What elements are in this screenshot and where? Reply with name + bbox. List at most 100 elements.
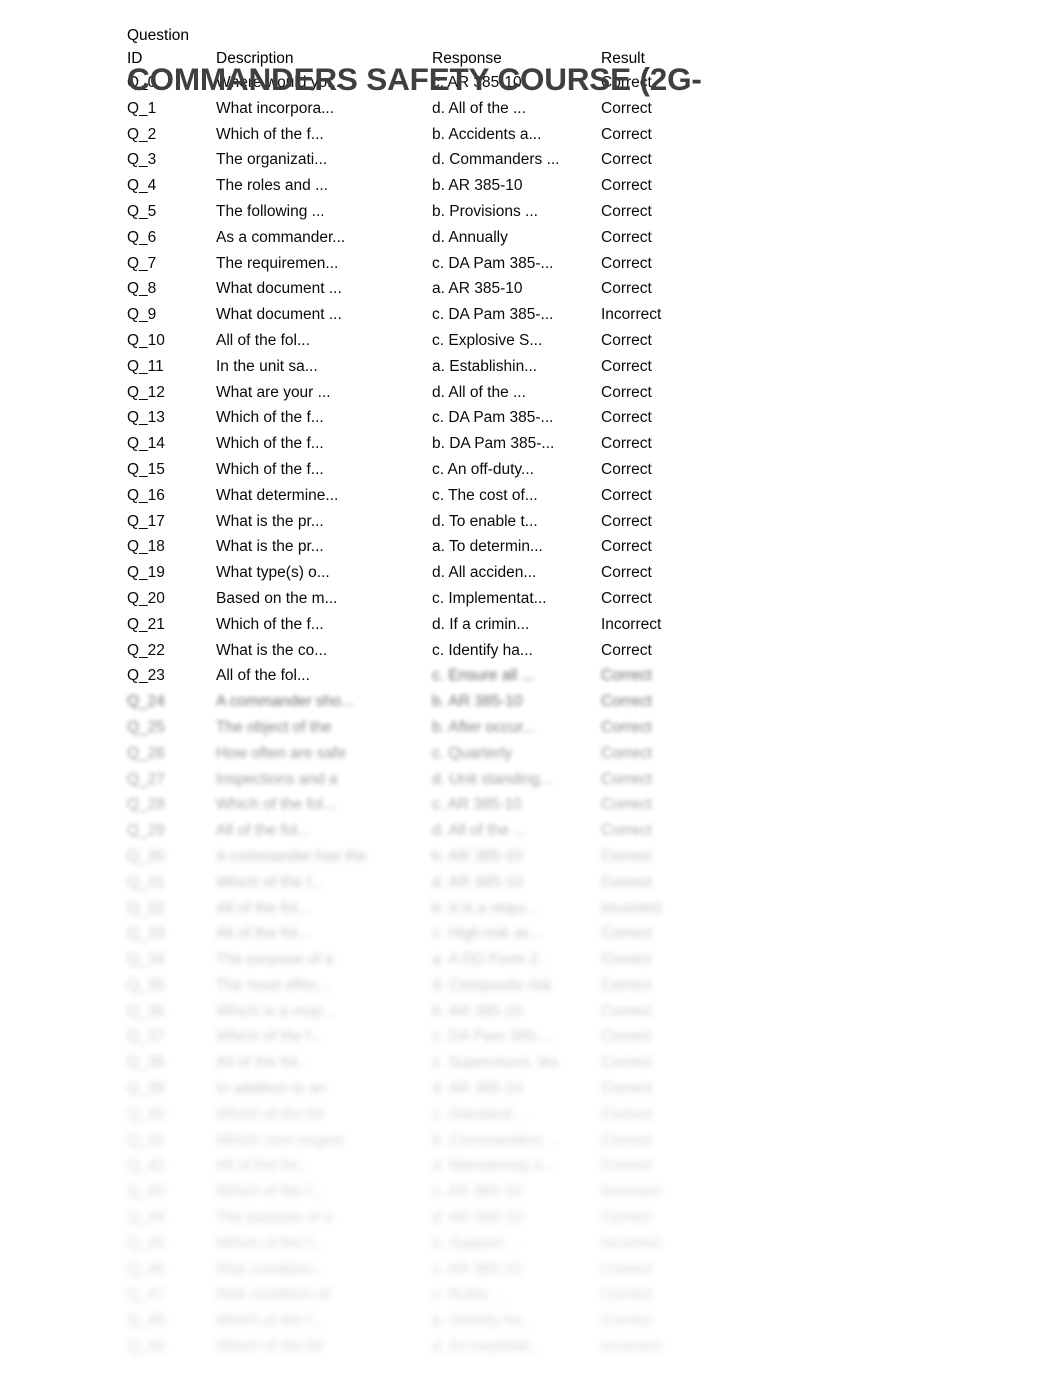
response-cell: d. AR 385-10 <box>432 1209 523 1227</box>
question-id-cell: Q_25 <box>127 718 165 736</box>
result-cell: Correct <box>601 589 652 607</box>
table-row: Q_1 What incorpora... d. All of the ... Cor… <box>127 96 687 122</box>
table-row: Q_48 Which of the f... a. Identify ha... Co… <box>127 1308 687 1334</box>
question-id-cell: Q_41 <box>127 1131 165 1149</box>
question-id-cell: Q_37 <box>127 1028 165 1046</box>
response-cell: d. All of the ... <box>432 99 526 117</box>
result-cell: Correct <box>601 409 652 427</box>
question-id-cell: Q_36 <box>127 1002 165 1020</box>
response-cell: d. If a crimin... <box>432 615 530 633</box>
question-id-cell: Q_26 <box>127 744 165 762</box>
question-id-cell: Q_16 <box>127 486 165 504</box>
question-id-cell: Q_39 <box>127 1080 165 1098</box>
response-cell: c. Identify ha... <box>432 641 533 659</box>
response-cell: c. An off-duty... <box>432 460 534 478</box>
result-cell: Correct <box>601 770 652 788</box>
result-cell: Correct <box>601 1209 652 1227</box>
response-cell: d. Commanders ... <box>432 151 560 169</box>
response-cell: d. Maintaining a... <box>432 1157 555 1175</box>
result-cell: Correct <box>601 1131 652 1149</box>
description-cell: The organizati... <box>216 151 328 169</box>
result-cell: Incorrect <box>601 306 662 324</box>
result-cell: Correct <box>601 151 652 169</box>
description-cell: The requiremen... <box>216 254 339 272</box>
result-cell: Correct <box>601 280 652 298</box>
question-id-cell: Q_43 <box>127 1183 165 1201</box>
description-cell: How often are safe <box>216 744 347 762</box>
question-id-cell: Q_20 <box>127 589 165 607</box>
description-cell: A commander has the <box>216 847 367 865</box>
description-cell: The following ... <box>216 202 325 220</box>
response-cell: c. Supervisors, les <box>432 1054 559 1072</box>
result-cell: Correct <box>601 74 652 91</box>
result-cell: Correct <box>601 1028 652 1046</box>
result-cell: Correct <box>601 951 652 969</box>
result-cell: Correct <box>601 925 652 943</box>
table-row: Q_5 The following ... b. Provisions ... Cor… <box>127 199 687 225</box>
table-row: Q_27 Inspections and a d. Unit standing...… <box>127 767 687 793</box>
table-row: Q_37 Which of the f... c. DA Pam 385-... Co… <box>127 1024 687 1050</box>
question-id-cell: Q_18 <box>127 538 165 556</box>
table-row: Q_6 As a commander... d. Annually Correct <box>127 225 687 251</box>
result-cell: Correct <box>601 667 652 685</box>
result-cell: Correct <box>601 1286 652 1304</box>
question-id-cell: Q_5 <box>127 202 157 220</box>
description-cell: Which of the f... <box>216 1312 324 1330</box>
description-cell: Which of the f... <box>216 460 324 478</box>
table-row: Q_46 Risk condition... c. AR 385-10 Correct <box>127 1257 687 1283</box>
table-row: Q_22 What is the co... c. Identify ha... Co… <box>127 638 687 664</box>
result-cell: Correct <box>601 202 652 220</box>
question-id-cell: Q_1 <box>127 99 157 117</box>
description-cell: The purpose of a <box>216 951 334 969</box>
description-cell: Which of the f... <box>216 409 324 427</box>
description-cell: All of the fol... <box>216 1157 310 1175</box>
response-cell: b. After occur... <box>432 718 536 736</box>
result-cell: Correct <box>601 460 652 478</box>
result-cell: Correct <box>601 486 652 504</box>
response-cell: a. A DD Form 2... <box>432 951 551 969</box>
result-cell: Correct <box>601 847 652 865</box>
table-row: Q_29 All of the fol... d. All of the ... Co… <box>127 818 687 844</box>
table-row: Q_3 The organizati... d. Commanders ... Cor… <box>127 147 687 173</box>
question-id-cell: Q_48 <box>127 1312 165 1330</box>
result-cell: Correct <box>601 564 652 582</box>
result-cell: Correct <box>601 1157 652 1175</box>
response-cell: c. Standard ... <box>432 1105 529 1123</box>
result-cell: Correct <box>601 1080 652 1098</box>
description-cell: Which of the fol... <box>216 796 336 814</box>
response-cell: c. DA Pam 385-... <box>432 306 554 324</box>
table-row: Q_20 Based on the m... c. Implementat... Co… <box>127 586 687 612</box>
result-cell: Correct <box>601 1105 652 1123</box>
table-row: Q_47 Risk condition of c. Rules ... Correct <box>127 1282 687 1308</box>
description-cell: Which of the f... <box>216 1183 324 1201</box>
response-cell: b. Support ... <box>432 1234 521 1252</box>
description-cell: The purpose of a <box>216 1209 334 1227</box>
description-cell: Which of the f... <box>216 435 324 453</box>
response-cell: c. AR 385-10 <box>432 1260 522 1278</box>
response-cell: b. DA Pam 385-... <box>432 435 555 453</box>
question-id-cell: Q_23 <box>127 667 165 685</box>
question-id-cell: Q_6 <box>127 228 157 246</box>
result-cell: Correct <box>601 331 652 349</box>
column-header-question-id-line2: ID <box>127 50 143 67</box>
question-id-cell: Q_21 <box>127 615 165 633</box>
column-header-result-label: Result <box>601 50 645 67</box>
table-row: Q_18 What is the pr... a. To determin... Co… <box>127 534 687 560</box>
table-row: Q_15 Which of the f... c. An off-duty... Co… <box>127 457 687 483</box>
result-cell: Correct <box>601 383 652 401</box>
description-cell: The roles and ... <box>216 177 329 195</box>
response-cell: b. Accidents a... <box>432 125 542 143</box>
table-row: Q_11 In the unit sa... a. Establishin... Co… <box>127 354 687 380</box>
question-id-cell: Q_11 <box>127 357 164 375</box>
question-id-cell: Q_34 <box>127 951 165 969</box>
response-cell: c. Explosive S... <box>432 331 543 349</box>
result-cell: Correct <box>601 718 652 736</box>
table-row: Q_21 Which of the f... d. If a crimin... In… <box>127 612 687 638</box>
description-cell: Risk condition of <box>216 1286 330 1304</box>
table-header-row: Question ID Description Response Result <box>127 24 687 70</box>
response-cell: b. AR 385-10 <box>432 177 523 195</box>
table-row: Q_32 All of the fol... b. It is a requi...… <box>127 896 687 922</box>
table-row: Q_14 Which of the f... b. DA Pam 385-... Co… <box>127 431 687 457</box>
question-id-cell: Q_47 <box>127 1286 165 1304</box>
result-cell: Correct <box>601 1002 652 1020</box>
